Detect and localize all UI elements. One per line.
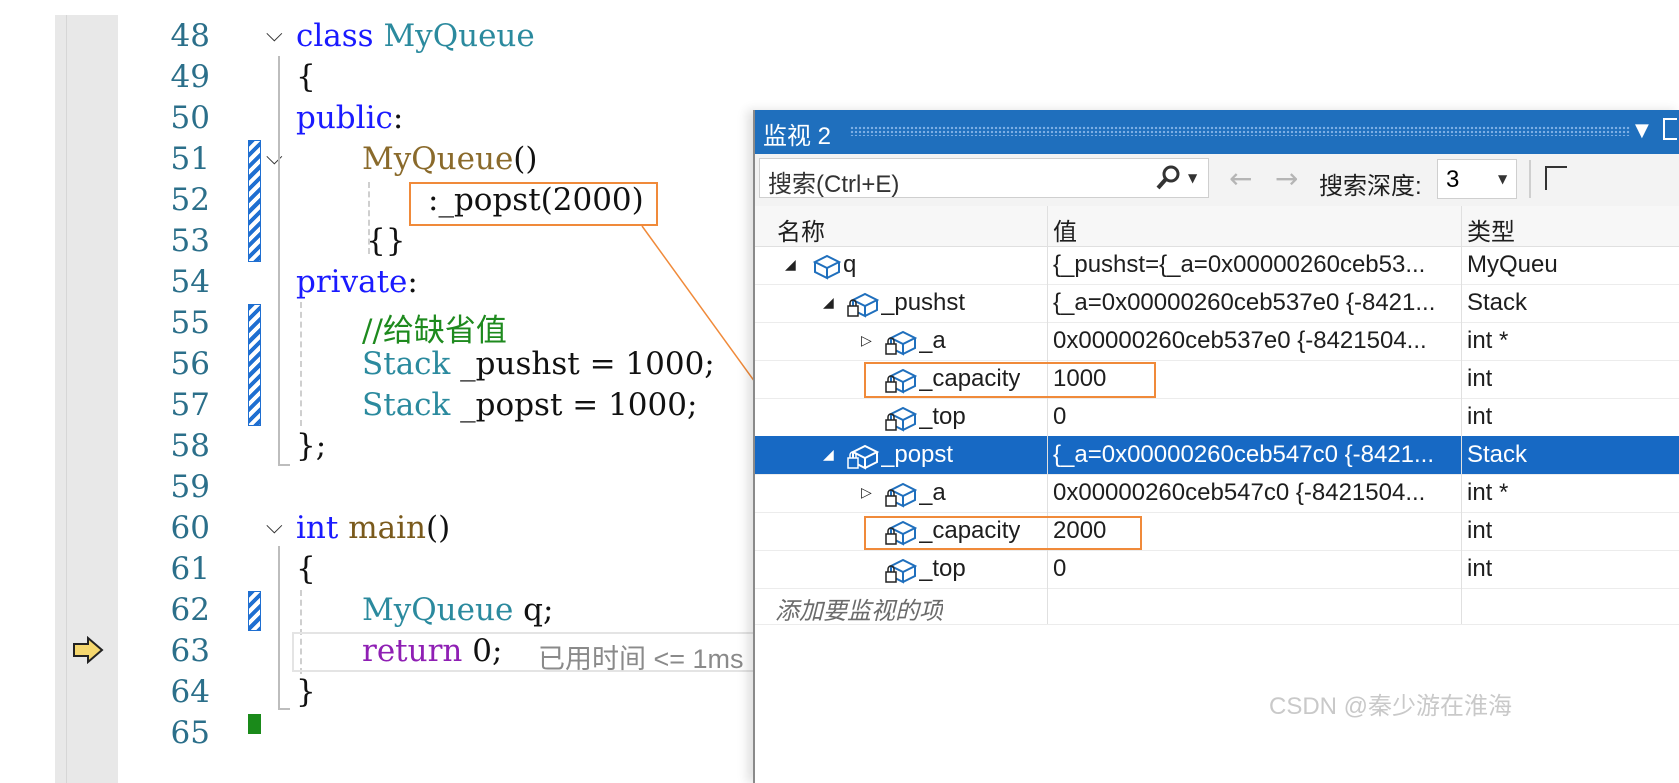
expand-triangle-icon[interactable]: ▷ <box>861 333 872 349</box>
collapse-triangle-icon[interactable]: ◢ <box>785 257 796 273</box>
watch-name: _popst <box>881 441 954 468</box>
search-depth-value: 3 <box>1446 166 1460 193</box>
search-next-arrow-icon[interactable]: → <box>1275 162 1298 195</box>
search-options-chevron-down-icon[interactable]: ▼ <box>1188 171 1197 185</box>
pin-source-icon[interactable] <box>1545 166 1567 190</box>
watch-name: _a <box>919 479 946 506</box>
watch-name: q <box>843 251 857 278</box>
watch-row[interactable]: ▷ _a 0x00000260ceb547c0 {-8421504... int * <box>755 474 1679 513</box>
watch-name: _top <box>919 403 966 430</box>
search-previous-arrow-icon[interactable]: ← <box>1229 162 1252 195</box>
watch-row[interactable]: ◢ _pushst {_a=0x00000260ceb537e0 {-8421...… <box>755 284 1679 323</box>
window-menu-dropdown-icon[interactable]: ▼ <box>1635 120 1649 141</box>
search-icon[interactable] <box>1154 163 1184 197</box>
column-divider[interactable] <box>1047 206 1048 624</box>
watermark: CSDN @秦少游在淮海 <box>1269 693 1513 720</box>
watch-type: Stack <box>1467 289 1528 316</box>
add-watch-placeholder[interactable]: 添加要监视的项 <box>775 591 943 626</box>
watch-value[interactable]: {_a=0x00000260ceb547c0 {-8421... <box>1053 441 1455 469</box>
column-value-header[interactable]: 值 <box>1053 212 1077 247</box>
watch-value[interactable]: 0x00000260ceb547c0 {-8421504... <box>1053 479 1455 507</box>
private-field-icon <box>885 480 918 512</box>
collapse-triangle-icon[interactable]: ◢ <box>823 447 834 463</box>
column-type-header[interactable]: 类型 <box>1467 212 1515 247</box>
private-field-icon <box>847 442 880 474</box>
capacity-highlight-box <box>864 516 1142 550</box>
watch-value[interactable]: {_a=0x00000260ceb537e0 {-8421... <box>1053 289 1455 317</box>
watch-type: int <box>1467 403 1493 430</box>
expand-triangle-icon[interactable]: ▷ <box>861 485 872 501</box>
watch-value[interactable]: {_pushst={_a=0x00000260ceb53... <box>1053 251 1455 279</box>
watch-type: int * <box>1467 479 1509 506</box>
watch-window[interactable]: 监视 2 ▼ 搜索(Ctrl+E) ▼ ← → 搜索深度: 3 ▼ 名称 值 类… <box>753 110 1679 783</box>
search-depth-select[interactable]: 3 ▼ <box>1437 159 1517 199</box>
watch-row[interactable]: ▷ _a 0x00000260ceb537e0 {-8421504... int * <box>755 322 1679 361</box>
watch-name: _pushst <box>881 289 966 316</box>
private-field-icon <box>885 404 918 436</box>
column-header: 名称 值 类型 <box>755 206 1679 247</box>
watch-value[interactable]: 0x00000260ceb537e0 {-8421504... <box>1053 327 1455 355</box>
capacity-highlight-box <box>864 362 1156 398</box>
watch-row[interactable]: _top 0 int <box>755 550 1679 589</box>
watch-type: int <box>1467 555 1493 582</box>
watch-name: _top <box>919 555 966 582</box>
search-depth-label: 搜索深度: <box>1319 173 1422 200</box>
watch-type: int <box>1467 517 1493 544</box>
watch-row[interactable]: ◢ _popst {_a=0x00000260ceb547c0 {-8421... S… <box>755 436 1679 475</box>
watch-type: Stack <box>1467 441 1528 468</box>
watch-value[interactable]: 0 <box>1053 555 1455 583</box>
watch-name: _a <box>919 327 946 354</box>
collapse-triangle-icon[interactable]: ◢ <box>823 295 834 311</box>
watch-row[interactable]: _top 0 int <box>755 398 1679 437</box>
private-field-icon <box>885 328 918 360</box>
column-name-header[interactable]: 名称 <box>777 212 825 247</box>
watch-type: int <box>1467 365 1493 392</box>
watch-value[interactable]: 0 <box>1053 403 1455 431</box>
search-input[interactable]: 搜索(Ctrl+E) ▼ <box>759 158 1209 198</box>
private-field-icon <box>847 290 880 322</box>
watch-type: MyQueu <box>1467 251 1558 278</box>
chevron-down-icon: ▼ <box>1498 172 1508 186</box>
add-watch-row[interactable]: 添加要监视的项 <box>755 586 1679 625</box>
watch-row[interactable]: ◢ q {_pushst={_a=0x00000260ceb53... MyQueu <box>755 246 1679 285</box>
title-grip <box>850 126 1630 136</box>
object-icon <box>809 252 842 284</box>
watch-title-bar[interactable]: 监视 2 ▼ <box>755 110 1679 154</box>
pin-icon[interactable] <box>1663 118 1677 140</box>
toolbar-separator <box>1529 160 1531 198</box>
column-divider[interactable] <box>1461 206 1462 624</box>
private-field-icon <box>885 556 918 588</box>
watch-title: 监视 2 <box>763 123 832 150</box>
search-placeholder: 搜索(Ctrl+E) <box>768 171 900 198</box>
watch-type: int * <box>1467 327 1509 354</box>
